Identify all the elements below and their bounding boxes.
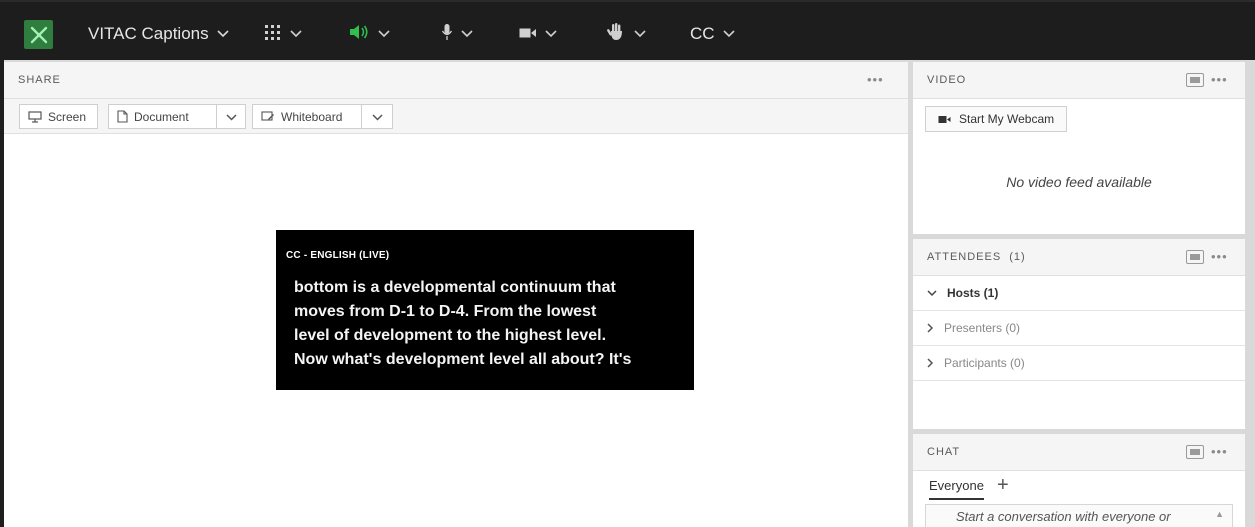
maximize-icon[interactable]	[1186, 73, 1204, 87]
closed-captions-menu[interactable]: CC	[690, 21, 735, 47]
attendee-count: (1)	[1009, 251, 1026, 263]
maximize-icon[interactable]	[1186, 250, 1204, 264]
caption-line: level of development to the highest leve…	[294, 327, 607, 344]
chat-pod-title: CHAT	[927, 446, 961, 458]
chat-tab-everyone[interactable]: Everyone	[929, 478, 984, 500]
grid-icon	[264, 24, 282, 45]
video-pod-header: VIDEO •••	[913, 62, 1245, 99]
microphone-icon	[441, 23, 453, 46]
attendee-group-label: Participants (0)	[944, 356, 1025, 370]
raise-hand-icon	[606, 22, 626, 47]
raise-hand-menu[interactable]	[606, 21, 646, 47]
scroll-up-icon[interactable]: ▲	[1215, 509, 1224, 519]
start-webcam-button[interactable]: Start My Webcam	[925, 106, 1068, 132]
chevron-down-icon	[722, 30, 735, 38]
caption-text: bottom is a developmental continuum that…	[294, 276, 686, 372]
share-document-button[interactable]: Document	[108, 104, 217, 129]
chevron-down-icon	[217, 30, 229, 38]
share-document-label: Document	[134, 109, 189, 124]
attendees-pod-title: ATTENDEES (1)	[927, 251, 1026, 263]
cc-label: CC	[690, 24, 715, 43]
attendee-group-participants[interactable]: Participants (0)	[913, 346, 1245, 381]
no-video-message: No video feed available	[1006, 174, 1152, 190]
start-webcam-label: Start My Webcam	[959, 112, 1055, 126]
caption-line: Now what's development level all about? …	[294, 351, 632, 368]
app-logo-icon	[24, 20, 53, 49]
share-toolbar: Screen Document Whiteboard	[4, 99, 908, 134]
camera-menu[interactable]	[519, 21, 557, 47]
attendee-group-label: Hosts (1)	[947, 286, 999, 300]
chevron-down-icon	[371, 110, 383, 124]
speaker-on-icon	[348, 23, 370, 46]
speaker-menu[interactable]	[348, 21, 390, 47]
chevron-down-icon	[378, 30, 390, 38]
share-pod-title: SHARE	[18, 74, 61, 86]
caption-language-label: CC - ENGLISH (LIVE)	[286, 250, 390, 261]
chevron-down-icon	[545, 30, 557, 38]
chat-pod: CHAT ••• Everyone + Start a conversation…	[913, 434, 1245, 527]
layouts-menu[interactable]	[264, 21, 302, 47]
caption-line: bottom is a developmental continuum that	[294, 279, 616, 296]
share-screen-label: Screen	[48, 109, 87, 124]
add-chat-tab-icon[interactable]: +	[997, 474, 1009, 497]
monitor-icon	[28, 110, 42, 123]
chevron-down-icon	[461, 30, 473, 38]
attendees-pod: ATTENDEES (1) ••• Hosts (1) Presenters (…	[913, 239, 1245, 429]
chevron-down-icon	[927, 289, 937, 297]
chat-placeholder: Start a conversation with everyone or	[956, 509, 1171, 524]
maximize-icon[interactable]	[1186, 445, 1204, 459]
attendees-pod-header: ATTENDEES (1) •••	[913, 239, 1245, 276]
attendee-group-presenters[interactable]: Presenters (0)	[913, 311, 1245, 346]
live-caption-box: CC - ENGLISH (LIVE) bottom is a developm…	[276, 230, 694, 390]
top-toolbar: VITAC Captions CC	[0, 0, 1255, 60]
video-pod: VIDEO ••• Start My Webcam No video feed …	[913, 62, 1245, 234]
chat-pod-header: CHAT •••	[913, 434, 1245, 471]
chevron-right-icon	[927, 358, 934, 368]
microphone-menu[interactable]	[441, 21, 473, 47]
video-pod-title: VIDEO	[927, 74, 967, 86]
camera-icon	[519, 24, 537, 44]
chevron-down-icon	[290, 30, 302, 38]
chevron-right-icon	[927, 323, 934, 333]
room-menu[interactable]: VITAC Captions	[88, 21, 229, 47]
document-icon	[117, 110, 128, 123]
whiteboard-dropdown-button[interactable]	[361, 104, 393, 129]
share-pod-header: SHARE •••	[4, 62, 908, 99]
document-dropdown-button[interactable]	[216, 104, 246, 129]
camera-icon	[938, 115, 951, 124]
video-pod-options-icon[interactable]: •••	[1211, 72, 1228, 87]
chevron-down-icon	[225, 110, 237, 124]
attendee-group-label: Presenters (0)	[944, 321, 1021, 335]
share-whiteboard-label: Whiteboard	[281, 109, 343, 124]
chat-message-input[interactable]: Start a conversation with everyone or ▲	[925, 504, 1233, 527]
share-whiteboard-button[interactable]: Whiteboard	[252, 104, 362, 129]
room-name: VITAC Captions	[88, 24, 209, 43]
chat-pod-options-icon[interactable]: •••	[1211, 444, 1228, 459]
share-pod-options-icon[interactable]: •••	[867, 72, 884, 87]
whiteboard-icon	[261, 110, 275, 123]
caption-line: moves from D-1 to D-4. From the lowest	[294, 303, 597, 320]
attendees-title-text: ATTENDEES	[927, 251, 1002, 263]
share-screen-button[interactable]: Screen	[19, 104, 98, 129]
attendees-pod-options-icon[interactable]: •••	[1211, 249, 1228, 264]
attendee-group-hosts[interactable]: Hosts (1)	[913, 276, 1245, 311]
chevron-down-icon	[634, 30, 646, 38]
